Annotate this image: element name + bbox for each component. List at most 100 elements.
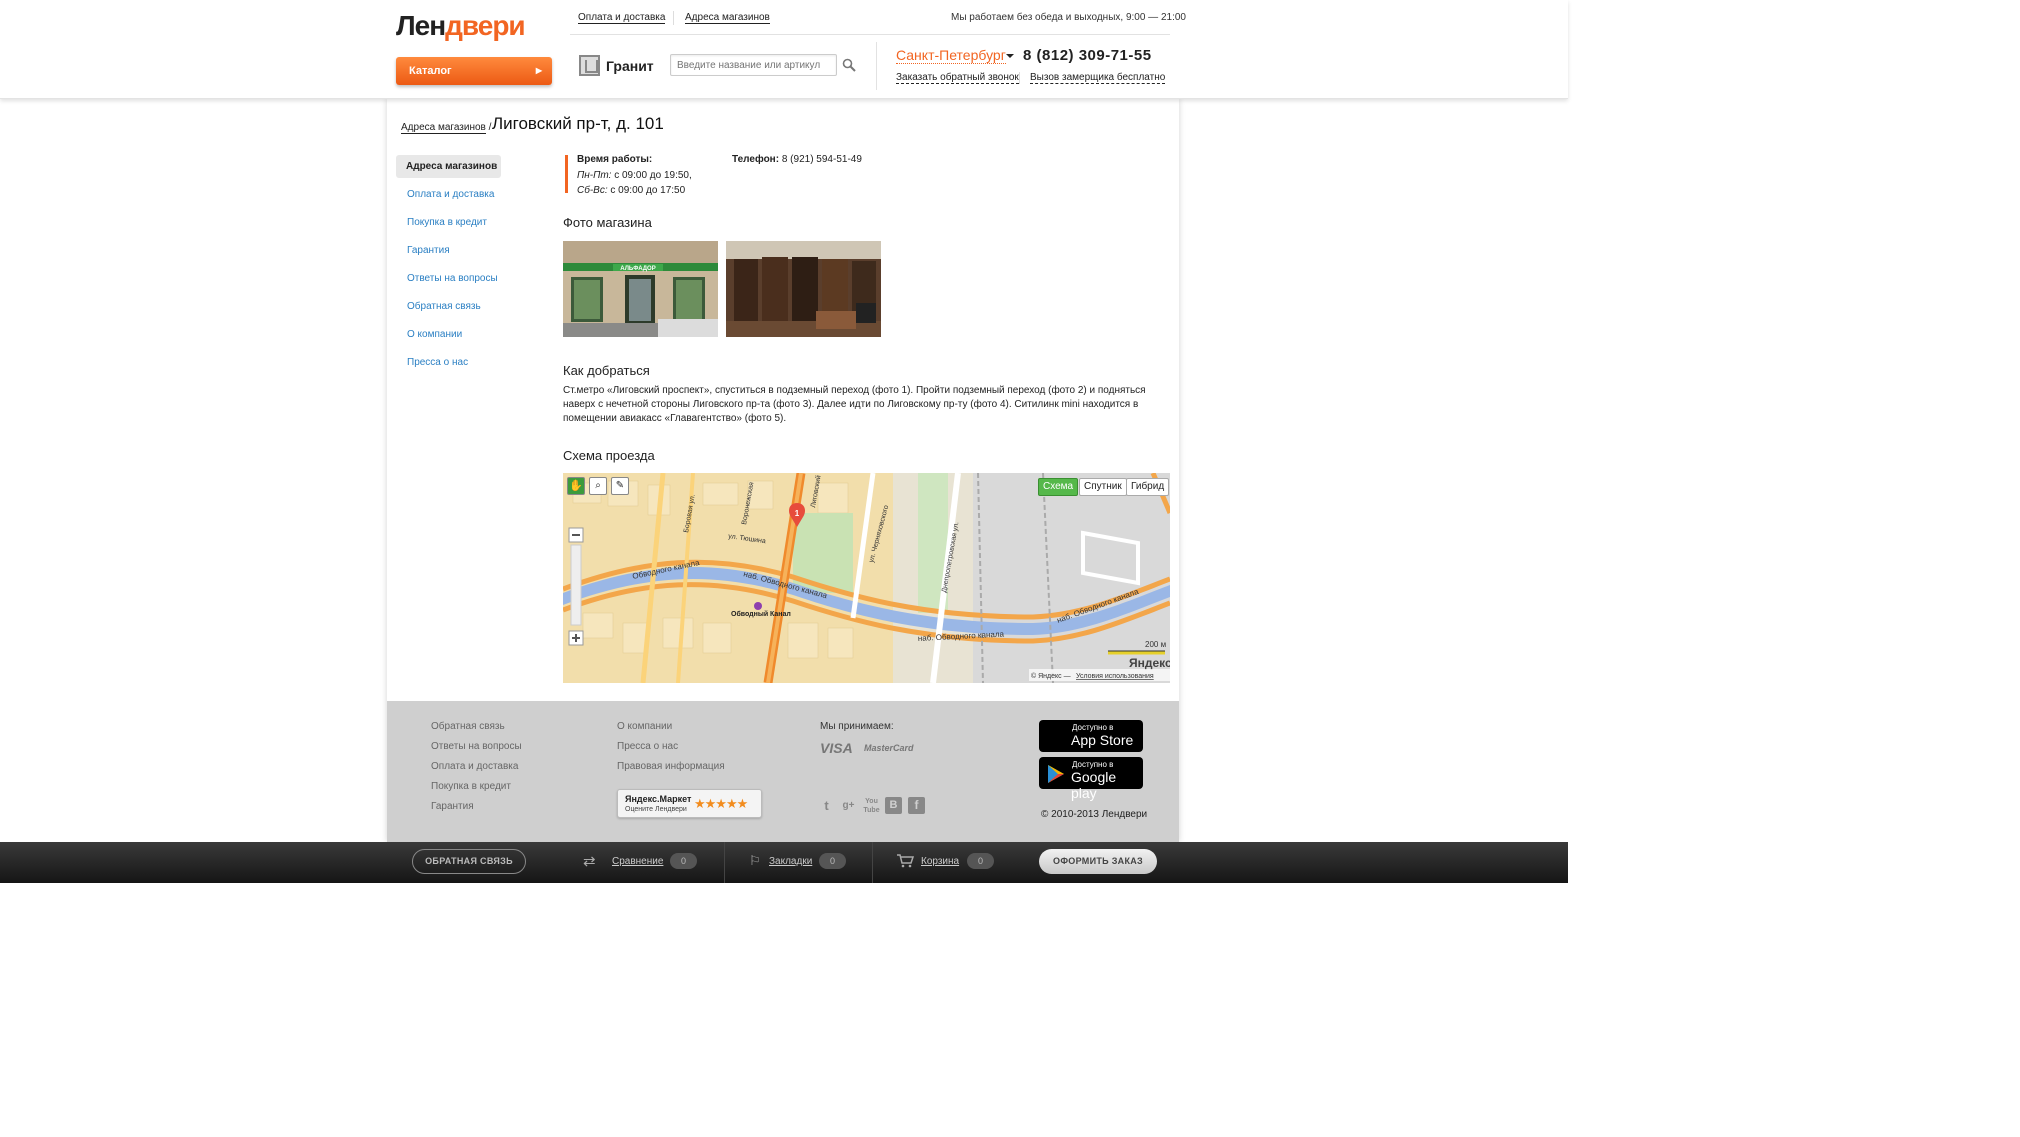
weekdays-label: Пн-Пт:	[577, 169, 612, 181]
google-play-icon	[1048, 765, 1064, 783]
hand-tool-icon[interactable]: ✋	[567, 477, 585, 495]
mastercard-logo: MasterCard	[864, 743, 914, 753]
ruler-icon[interactable]: ✎	[611, 477, 629, 495]
visa-logo: VISA	[820, 740, 853, 756]
phone-value: 8 (921) 594-51-49	[779, 154, 862, 165]
appstore-big-text: App Store	[1071, 732, 1134, 748]
sidebar-item-credit[interactable]: Покупка в кредит	[407, 217, 487, 228]
search-icon[interactable]	[842, 58, 856, 72]
header-phone: 8 (812) 309-71-55	[1023, 47, 1152, 64]
howto-text: Ст.метро «Лиговский проспект», спуститьс…	[563, 385, 1146, 424]
bookmarks-count: 0	[819, 853, 846, 869]
map-marker-number: 1	[795, 509, 800, 518]
footer-link-warranty[interactable]: Гарантия	[431, 801, 474, 812]
copyright: © 2010-2013 Лендвери	[1041, 809, 1148, 820]
bookmark-icon: ⚐	[749, 853, 761, 868]
caret-down-icon[interactable]	[1006, 54, 1014, 58]
map-canvas[interactable]: Обводного канала наб. Обводного канала н…	[563, 473, 1170, 683]
sidebar-item-feedback[interactable]: Обратная связь	[407, 301, 481, 312]
divider	[872, 842, 873, 883]
footer-link-feedback[interactable]: Обратная связь	[431, 721, 505, 732]
cart-link[interactable]: Корзина	[921, 856, 959, 867]
breadcrumb: Адреса магазинов /	[401, 122, 492, 134]
google-play-button[interactable]: Доступно в Google play	[1039, 757, 1143, 801]
cart-icon	[897, 854, 914, 868]
brand-logo-icon	[579, 55, 600, 76]
logo-text-part1: Лен	[396, 10, 446, 41]
map-copyright: © Яндекс —	[1031, 672, 1071, 680]
work-hours: Мы работаем без обеда и выходных, 9:00 —…	[951, 12, 1186, 23]
top-link-stores[interactable]: Адреса магазинов	[685, 12, 770, 24]
divider	[1019, 72, 1020, 84]
phone-label: Телефон:	[732, 154, 780, 165]
map-label-metro: Обводный Канал	[731, 610, 791, 618]
footer-link-about[interactable]: О компании	[617, 721, 672, 732]
weekdays-value: с 09:00 до 19:50,	[611, 169, 692, 181]
app-store-button[interactable]: Доступно в App Store	[1039, 720, 1143, 752]
vkontakte-icon[interactable]: B	[885, 797, 902, 814]
compare-icon: ⇄	[583, 853, 596, 870]
payment-methods-label: Мы принимаем:	[820, 721, 894, 732]
site-logo[interactable]: Лендвери	[396, 10, 526, 42]
measurer-link[interactable]: Вызов замерщика бесплатно	[1030, 72, 1166, 84]
working-hours: Время работы: Пн-Пт: с 09:00 до 19:50, С…	[577, 152, 692, 199]
chevron-right-icon: ▶	[535, 66, 542, 75]
map-scale: 200 м	[1145, 640, 1166, 649]
store-phone: Телефон: 8 (921) 594-51-49	[732, 152, 862, 168]
hours-label: Время работы:	[577, 154, 653, 165]
callback-link[interactable]: Заказать обратный звонок	[896, 72, 1019, 84]
top-link-payment[interactable]: Оплата и доставка	[578, 12, 666, 24]
brand-name[interactable]: Гранит	[606, 58, 654, 74]
logo-text-part2: двери	[445, 10, 526, 41]
rating-stars-icon: ★★★★★	[694, 796, 748, 811]
sidebar-item-warranty[interactable]: Гарантия	[407, 245, 450, 256]
footer-link-credit[interactable]: Покупка в кредит	[431, 781, 511, 792]
bookmarks-link[interactable]: Закладки	[769, 856, 812, 867]
map-mode-hybrid[interactable]: Гибрид	[1126, 478, 1170, 496]
sidebar-item-press[interactable]: Пресса о нас	[407, 357, 468, 368]
facebook-icon[interactable]: f	[908, 797, 925, 814]
footer-link-legal[interactable]: Правовая информация	[617, 761, 725, 772]
map-mode-satellite[interactable]: Спутник	[1079, 478, 1127, 496]
yandex-map[interactable]: Обводного канала наб. Обводного канала н…	[563, 473, 1170, 683]
catalog-button[interactable]: Каталог ▶	[396, 57, 552, 85]
footer-link-faq[interactable]: Ответы на вопросы	[431, 741, 522, 752]
footer-link-press[interactable]: Пресса о нас	[617, 741, 678, 752]
map-mode-scheme[interactable]: Схема	[1038, 478, 1079, 496]
cart-count: 0	[967, 853, 994, 869]
sidebar-item-faq[interactable]: Ответы на вопросы	[407, 273, 498, 284]
compare-link[interactable]: Сравнение	[612, 856, 663, 867]
city-selector[interactable]: Санкт-Петербург	[896, 47, 1006, 64]
divider	[724, 842, 725, 883]
zoom-area-icon[interactable]: ⌕	[589, 477, 607, 495]
store-photo-exterior[interactable]: АЛЬФАДОР	[563, 241, 718, 337]
footer-link-payment[interactable]: Оплата и доставка	[431, 761, 518, 772]
page-title: Лиговский пр-т, д. 101	[492, 114, 664, 133]
map-terms-link[interactable]: Условия использования	[1076, 673, 1154, 680]
yandex-market-rating[interactable]: Яндекс.Маркет Оцените Лендвери ★★★★★	[617, 789, 762, 818]
divider	[673, 11, 674, 25]
store-photo-interior[interactable]	[726, 241, 881, 337]
sidebar-item-stores[interactable]: Адреса магазинов	[396, 155, 501, 178]
photos-heading: Фото магазина	[563, 215, 652, 230]
divider	[570, 34, 1170, 35]
accent-bar	[565, 155, 568, 193]
yandex-logo: Яндекс	[1129, 656, 1170, 670]
appstore-small-text: Доступно в	[1072, 723, 1114, 732]
twitter-icon[interactable]: t	[818, 797, 835, 814]
site-header: Лендвери Каталог ▶ Оплата и доставка Адре…	[0, 0, 1568, 99]
map-heading: Схема проезда	[563, 448, 655, 463]
search-input[interactable]	[670, 54, 837, 76]
sidebar-item-payment[interactable]: Оплата и доставка	[407, 189, 494, 200]
ym-subtitle: Оцените Лендвери	[625, 806, 687, 813]
checkout-button[interactable]: ОФОРМИТЬ ЗАКАЗ	[1039, 849, 1157, 874]
breadcrumb-link-stores[interactable]: Адреса магазинов	[401, 122, 486, 134]
ym-title: Яндекс.Маркет	[625, 794, 692, 804]
youtube-icon[interactable]: You Tube	[863, 797, 880, 814]
google-plus-icon[interactable]: g+	[840, 797, 857, 814]
photo-sign-text: АЛЬФАДОР	[620, 266, 655, 272]
gplay-small-text: Доступно в	[1072, 760, 1114, 769]
breadcrumb-separator: /	[488, 122, 492, 133]
sidebar-item-about[interactable]: О компании	[407, 329, 462, 340]
feedback-button[interactable]: ОБРАТНАЯ СВЯЗЬ	[412, 849, 526, 874]
